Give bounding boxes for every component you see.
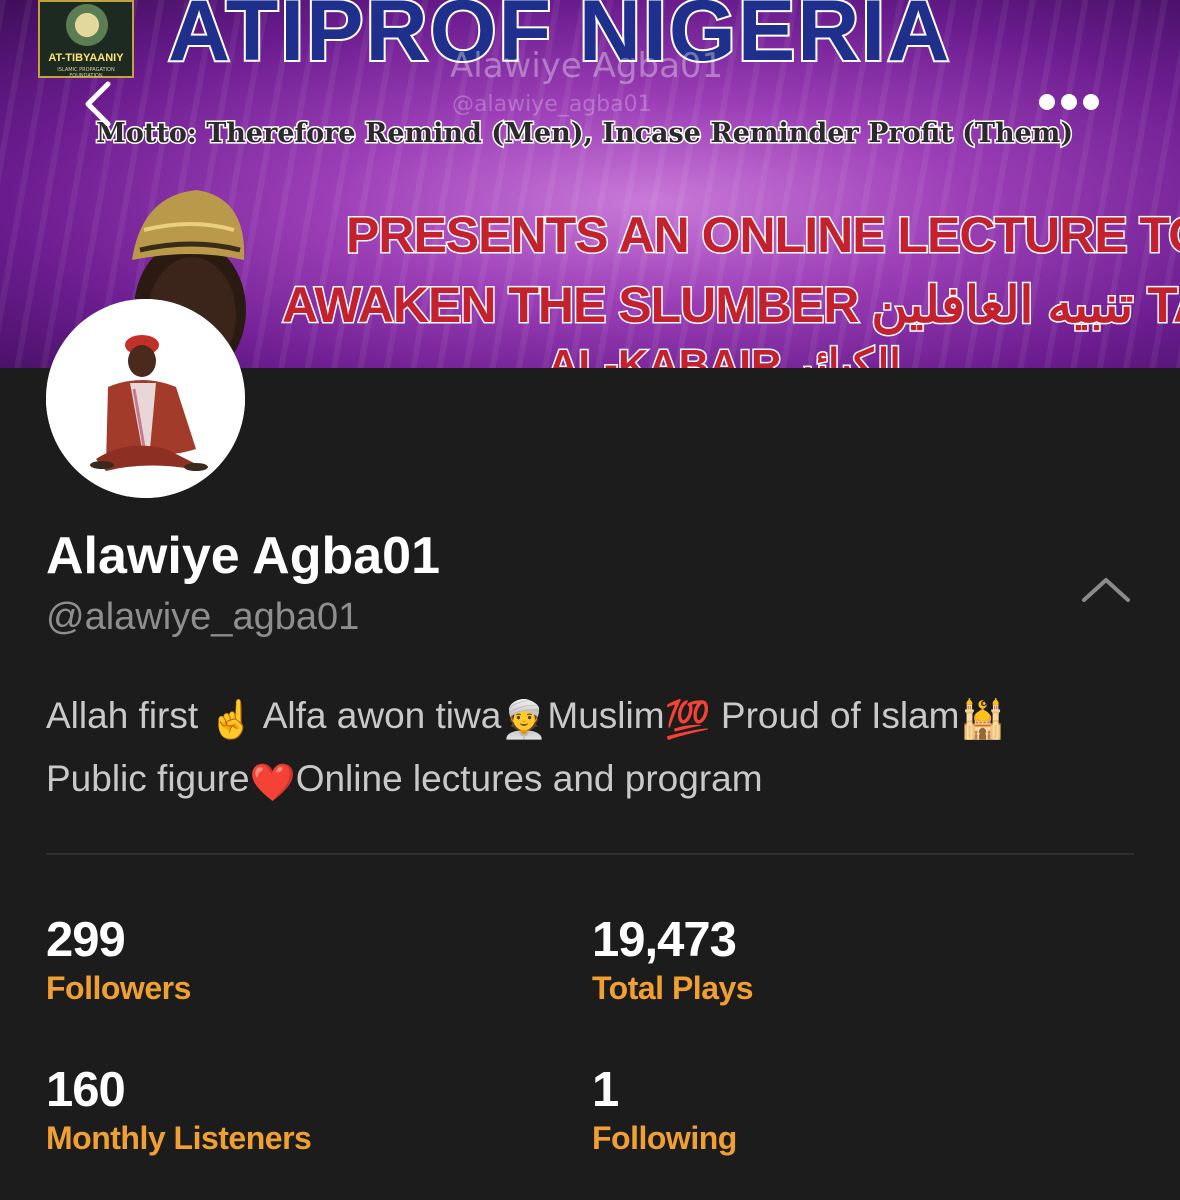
banner-line-3: AL-KABAIR الكبائر <box>547 340 903 369</box>
mosque-emoji-icon: 🕌 <box>959 699 1006 740</box>
chevron-up-icon <box>1082 578 1130 602</box>
more-horizontal-icon <box>1039 94 1099 110</box>
stat-value: 1 <box>592 1063 619 1117</box>
organization-logo: AT-TIBYAANIY ISLAMIC PROPAGATION FOUNDAT… <box>38 0 134 79</box>
bio-text: Proud of Islam <box>710 695 960 736</box>
bio-text: Allah first <box>46 695 209 736</box>
banner-motto: Motto: Therefore Remind (Men), Incase Re… <box>95 117 1075 151</box>
stat-following[interactable]: 1 Following <box>592 1062 737 1158</box>
logo-text: AT-TIBYAANIY <box>48 52 124 64</box>
pointing-up-emoji-icon: ☝️ <box>208 699 255 740</box>
turban-person-emoji-icon: 👳 <box>501 699 548 740</box>
stat-value: 299 <box>46 913 126 967</box>
banner-watermark-name: Alawiye Agba01 <box>450 46 724 86</box>
avatar-photo <box>46 299 245 498</box>
collapse-profile-button[interactable] <box>1080 572 1132 608</box>
stat-value: 19,473 <box>592 913 737 967</box>
section-divider <box>46 853 1134 855</box>
bio-line-1: Allah first ☝️ Alfa awon tiwa👳Muslim💯 Pr… <box>46 686 1136 749</box>
stat-value: 160 <box>46 1063 126 1117</box>
red-heart-emoji-icon: ❤️ <box>249 762 296 803</box>
banner-line-1: PRESENTS AN ONLINE LECTURE TO <box>345 206 1180 265</box>
profile-bio: Allah first ☝️ Alfa awon tiwa👳Muslim💯 Pr… <box>46 686 1136 812</box>
stat-label: Total Plays <box>592 970 754 1006</box>
bio-text: Muslim <box>547 695 665 736</box>
profile-avatar[interactable] <box>46 299 245 498</box>
logo-seal-icon <box>66 4 108 46</box>
stat-label: Following <box>592 1120 737 1156</box>
stat-followers[interactable]: 299 Followers <box>46 912 191 1008</box>
stat-label: Followers <box>46 970 191 1006</box>
hundred-points-emoji-icon: 💯 <box>664 699 711 740</box>
bio-text: Public figure <box>46 758 250 799</box>
bio-text: Online lectures and program <box>295 758 763 799</box>
stat-monthly-listeners: 160 Monthly Listeners <box>46 1062 312 1158</box>
banner-watermark-handle: @alawiye_agba01 <box>452 92 652 117</box>
bio-text: Alfa awon tiwa <box>254 695 502 736</box>
chevron-left-icon <box>85 81 111 127</box>
profile-name: Alawiye Agba01 <box>46 527 441 585</box>
bio-line-2: Public figure❤️Online lectures and progr… <box>46 749 1136 812</box>
banner-line-2: AWAKEN THE SLUMBER تنبيه الغافلين TAGGED <box>280 276 1180 335</box>
stat-label: Monthly Listeners <box>46 1120 312 1156</box>
profile-handle: @alawiye_agba01 <box>46 596 360 638</box>
stat-total-plays: 19,473 Total Plays <box>592 912 754 1008</box>
back-button[interactable] <box>78 78 122 130</box>
more-options-button[interactable] <box>1036 88 1102 116</box>
